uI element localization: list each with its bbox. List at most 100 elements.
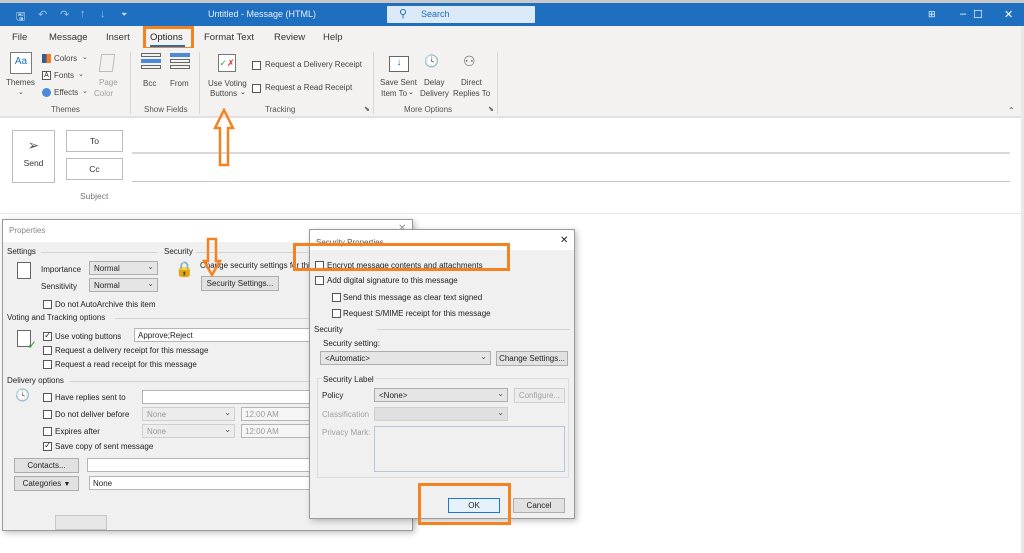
ribbon: Aa Themes ⌄ Colors ⌄ A Fonts ⌄ Effects ⌄… bbox=[0, 48, 1021, 118]
from-button[interactable]: From bbox=[170, 79, 189, 88]
themes-button[interactable]: Themes bbox=[6, 78, 35, 87]
security-settings-button[interactable]: Security Settings... bbox=[201, 276, 279, 291]
security-section-title: Security bbox=[314, 325, 343, 334]
search-input[interactable]: ⚲ Search bbox=[387, 6, 535, 23]
deliver-time-input[interactable]: 12:00 AM bbox=[241, 407, 314, 421]
cc-button[interactable]: Cc bbox=[66, 158, 123, 180]
down-arrow-icon[interactable]: ↓ bbox=[100, 8, 106, 20]
security-setting-select[interactable]: <Automatic> ⌄ bbox=[320, 351, 491, 365]
save-copy-checkbox[interactable] bbox=[43, 440, 52, 452]
annotation-arrow-down bbox=[202, 237, 222, 277]
expires-date-select[interactable]: None ⌄ bbox=[142, 424, 235, 438]
replies-to-input[interactable] bbox=[142, 390, 314, 404]
redo-icon[interactable]: ↷ bbox=[60, 8, 69, 21]
privacy-mark-textarea[interactable] bbox=[374, 426, 565, 472]
subject-label: Subject bbox=[80, 191, 109, 201]
send-icon: ➢ bbox=[27, 137, 40, 153]
colors-button[interactable]: Colors bbox=[54, 54, 77, 63]
request-read-receipt-label: Request a Read Receipt bbox=[265, 83, 353, 92]
annotation-highlight-encrypt bbox=[293, 243, 510, 271]
maximize-button[interactable]: ☐ bbox=[973, 8, 983, 21]
effects-button[interactable]: Effects bbox=[54, 88, 78, 97]
coauthor-icon[interactable]: ⊞ bbox=[928, 9, 936, 20]
collapse-ribbon-icon[interactable]: ⌃ bbox=[1008, 106, 1015, 115]
properties-title: Properties bbox=[9, 226, 46, 235]
from-icon bbox=[170, 53, 190, 75]
subject-field[interactable] bbox=[0, 213, 1021, 214]
direct-replies-to-button[interactable]: Direct bbox=[461, 78, 482, 87]
contacts-input[interactable] bbox=[87, 458, 314, 472]
security-label-section-title: Security Label bbox=[322, 375, 375, 384]
contacts-button[interactable]: Contacts... bbox=[14, 458, 79, 473]
tab-insert[interactable]: Insert bbox=[106, 32, 130, 43]
settings-section-label: Settings bbox=[7, 247, 36, 256]
up-arrow-icon[interactable]: ↑ bbox=[80, 8, 86, 20]
security-properties-dialog: Security Properties ✕ Encrypt message co… bbox=[309, 229, 575, 519]
voting-choices-input[interactable]: Approve;Reject bbox=[134, 328, 314, 342]
delay-delivery-icon: 🕓 bbox=[424, 54, 439, 68]
lock-key-icon: 🔒 bbox=[175, 261, 194, 278]
more-options-dialog-launcher-icon[interactable]: ⬊ bbox=[488, 105, 494, 113]
configure-button[interactable]: Configure... bbox=[514, 388, 565, 403]
request-delivery-receipt-checkbox[interactable] bbox=[252, 60, 261, 71]
fonts-button[interactable]: Fonts bbox=[54, 71, 74, 80]
expires-after-checkbox[interactable] bbox=[43, 426, 52, 437]
smime-receipt-checkbox[interactable] bbox=[332, 308, 341, 319]
request-read-receipt-dialog-checkbox[interactable] bbox=[43, 359, 52, 370]
clear-text-signed-checkbox[interactable] bbox=[332, 292, 341, 303]
compose-header: ➢ Send To Cc Subject bbox=[0, 118, 1021, 216]
undo-icon[interactable]: ↶ bbox=[38, 8, 47, 21]
group-label-tracking: Tracking bbox=[265, 105, 296, 114]
do-not-deliver-before-checkbox[interactable] bbox=[43, 409, 52, 420]
do-not-autoarchive-checkbox[interactable] bbox=[43, 299, 52, 310]
page-color-icon bbox=[98, 54, 116, 72]
security-section-label: Security bbox=[164, 247, 193, 256]
deliver-date-select[interactable]: None ⌄ bbox=[142, 407, 235, 421]
to-field[interactable] bbox=[132, 152, 1010, 154]
tab-file[interactable]: File bbox=[12, 32, 27, 43]
categories-button[interactable]: Categories ▼ bbox=[14, 476, 79, 491]
save-icon[interactable]: 🖫 bbox=[16, 8, 25, 27]
request-read-receipt-checkbox[interactable] bbox=[252, 83, 261, 94]
close-button-hidden[interactable] bbox=[55, 515, 107, 530]
to-button[interactable]: To bbox=[66, 130, 123, 152]
save-sent-item-icon: ↓ bbox=[389, 56, 409, 72]
delay-delivery-button[interactable]: Delay bbox=[424, 78, 444, 87]
customize-quick-access-icon[interactable]: ⏷ bbox=[121, 10, 127, 20]
tab-help[interactable]: Help bbox=[323, 32, 343, 43]
tab-review[interactable]: Review bbox=[274, 32, 305, 43]
close-button[interactable]: ✕ bbox=[1004, 8, 1013, 21]
themes-icon[interactable]: Aa bbox=[10, 52, 32, 74]
categories-input[interactable]: None bbox=[89, 476, 314, 490]
voting-buttons-icon: ✓✗ bbox=[218, 54, 236, 72]
cancel-button[interactable]: Cancel bbox=[513, 498, 565, 513]
themes-dropdown-icon[interactable]: ⌄ bbox=[18, 88, 24, 96]
request-delivery-receipt-dialog-checkbox[interactable] bbox=[43, 345, 52, 356]
save-sent-item-to-button[interactable]: Save Sent bbox=[380, 78, 417, 87]
delivery-options-section-label: Delivery options bbox=[7, 376, 64, 385]
use-voting-buttons-button[interactable]: Use Voting bbox=[208, 79, 247, 88]
minimize-button[interactable]: – bbox=[960, 8, 966, 20]
tab-format-text[interactable]: Format Text bbox=[204, 32, 254, 43]
change-settings-button[interactable]: Change Settings... bbox=[496, 351, 568, 366]
sensitivity-select[interactable]: Normal ⌄ bbox=[89, 278, 158, 292]
policy-select[interactable]: <None> ⌄ bbox=[374, 388, 508, 402]
have-replies-sent-to-checkbox[interactable] bbox=[43, 392, 52, 403]
cc-field[interactable] bbox=[132, 181, 1010, 182]
send-button[interactable]: ➢ Send bbox=[12, 130, 55, 183]
direct-replies-icon: ⚇ bbox=[463, 53, 476, 69]
add-digital-signature-checkbox[interactable] bbox=[315, 275, 324, 286]
use-voting-buttons-checkbox[interactable] bbox=[43, 330, 52, 342]
security-properties-close-icon[interactable]: ✕ bbox=[560, 235, 568, 246]
expires-time-input[interactable]: 12:00 AM bbox=[241, 424, 314, 438]
bcc-button[interactable]: Bcc bbox=[143, 79, 156, 88]
ribbon-tabs: File Message Insert Options Format Text … bbox=[0, 26, 1021, 50]
tracking-dialog-launcher-icon[interactable]: ⬊ bbox=[364, 105, 370, 113]
group-label-more-options: More Options bbox=[404, 105, 453, 114]
annotation-highlight-options-tab bbox=[143, 26, 194, 50]
tab-message[interactable]: Message bbox=[49, 32, 88, 43]
importance-select[interactable]: Normal ⌄ bbox=[89, 261, 158, 275]
classification-select[interactable]: ⌄ bbox=[374, 407, 508, 421]
window-title: Untitled - Message (HTML) bbox=[208, 9, 317, 19]
voting-check-icon: ✓ bbox=[27, 338, 38, 352]
